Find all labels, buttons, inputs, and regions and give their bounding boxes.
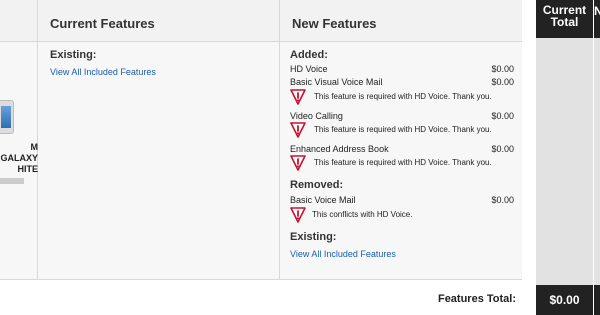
phone-image: [0, 100, 14, 134]
current-features-header: Current Features: [38, 0, 280, 42]
added-feature-name: Enhanced Address Book: [290, 144, 389, 154]
warning-text: This feature is required with HD Voice. …: [314, 158, 492, 167]
features-total-value: $0.00: [536, 285, 593, 315]
added-feature-price: $0.00: [491, 64, 514, 74]
warning-text: This feature is required with HD Voice. …: [314, 92, 492, 101]
new-existing-label: Existing:: [290, 231, 337, 243]
current-features-column: Existing: View All Included Features: [38, 42, 280, 280]
device-column: M GALAXY HITE: [0, 42, 38, 280]
total-column: Current Total $0.00: [536, 0, 593, 315]
warning-icon: [290, 155, 306, 171]
new-view-all-link[interactable]: View All Included Features: [290, 249, 396, 259]
added-feature-name: Basic Visual Voice Mail: [290, 77, 383, 87]
added-feature-price: $0.00: [491, 111, 514, 121]
removed-feature-price: $0.00: [491, 195, 514, 205]
added-feature-name: HD Voice: [290, 64, 328, 74]
next-column-edge: N: [593, 0, 600, 315]
device-name: M GALAXY HITE: [0, 142, 38, 174]
current-view-all-link[interactable]: View All Included Features: [50, 67, 156, 77]
current-existing-label: Existing:: [50, 49, 97, 61]
added-feature-name: Video Calling: [290, 111, 343, 121]
added-feature-price: $0.00: [491, 144, 514, 154]
current-features-title: Current Features: [50, 16, 155, 31]
features-table: Current Features New Features M GALAXY H…: [0, 0, 600, 315]
warning-icon: [290, 89, 306, 105]
added-label: Added:: [290, 49, 328, 61]
added-feature-price: $0.00: [491, 77, 514, 87]
next-column-footer: [594, 285, 600, 315]
device-detail-bar: [0, 178, 24, 184]
new-features-header: New Features: [280, 0, 522, 42]
new-features-title: New Features: [292, 16, 377, 31]
device-header-cell: [0, 0, 38, 42]
current-total-header: Current Total: [536, 0, 593, 38]
warning-text: This feature is required with HD Voice. …: [314, 125, 492, 134]
new-features-column: Added: HD Voice $0.00 Basic Visual Voice…: [280, 42, 522, 280]
warning-text: This conflicts with HD Voice.: [312, 210, 413, 219]
removed-feature-name: Basic Voice Mail: [290, 195, 356, 205]
features-total-label: Features Total:: [437, 293, 516, 305]
next-column-header: N: [594, 0, 600, 38]
warning-icon: [290, 207, 306, 223]
removed-label: Removed:: [290, 179, 344, 191]
warning-icon: [290, 122, 306, 138]
